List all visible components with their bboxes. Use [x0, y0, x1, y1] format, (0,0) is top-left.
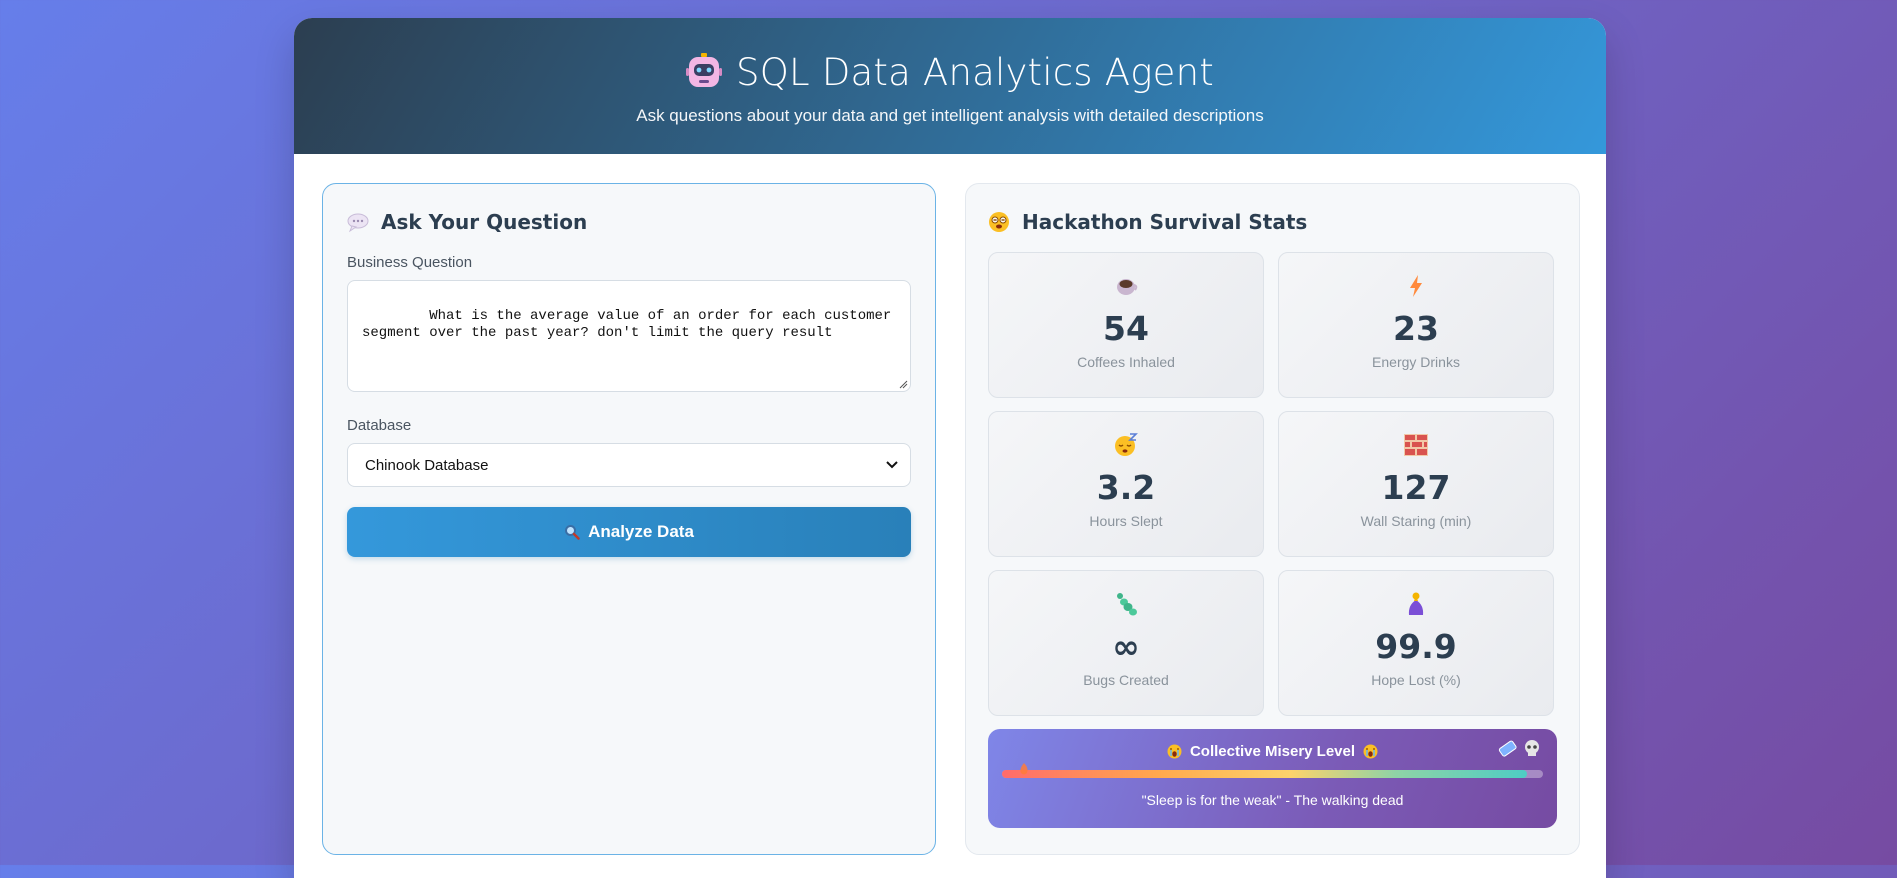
chevron-down-icon: [886, 461, 898, 469]
crying-face-icon: [1167, 744, 1182, 759]
dizzy-face-icon: [989, 212, 1009, 232]
robot-icon: [686, 53, 723, 87]
stat-card-energy-drinks: 23 Energy Drinks: [1278, 252, 1554, 398]
battery-icon: [1498, 740, 1517, 757]
misery-quote: "Sleep is for the weak" - The walking de…: [1141, 792, 1404, 808]
misery-title: Collective Misery Level: [988, 729, 1557, 760]
title-row: SQL Data Analytics Agent: [686, 51, 1214, 94]
crying-face-icon: [1363, 744, 1378, 759]
app-container: SQL Data Analytics Agent Ask questions a…: [294, 18, 1606, 878]
stat-card-hope-lost: 99.9 Hope Lost (%): [1278, 570, 1554, 716]
database-select[interactable]: Chinook Database: [347, 443, 911, 487]
lightning-icon: [1410, 275, 1422, 297]
bug-icon: [1117, 593, 1137, 616]
misery-progress-fill: [1002, 770, 1527, 778]
stat-value-energy-drinks: 23: [1393, 309, 1439, 348]
skull-icon: [1525, 740, 1539, 756]
brick-wall-icon: [1404, 434, 1428, 456]
question-panel-heading: Ask Your Question: [381, 210, 588, 234]
header: SQL Data Analytics Agent Ask questions a…: [294, 18, 1606, 154]
stat-card-coffees: 54 Coffees Inhaled: [988, 252, 1264, 398]
analyze-data-button[interactable]: Analyze Data: [347, 507, 911, 557]
misery-progress-bar: [1002, 763, 1543, 778]
stat-label-bugs: Bugs Created: [1083, 672, 1169, 688]
question-panel: Ask Your Question Business Question What…: [322, 183, 936, 855]
database-label: Database: [347, 417, 412, 434]
praying-hands-icon: [1408, 592, 1424, 615]
stat-value-wall-staring: 127: [1381, 468, 1451, 507]
page-subtitle: Ask questions about your data and get in…: [636, 105, 1264, 125]
page-title: SQL Data Analytics Agent: [736, 50, 1214, 94]
stats-panel-title: Hackathon Survival Stats: [988, 210, 1557, 234]
stat-value-coffees: 54: [1103, 309, 1149, 348]
stat-value-hours-slept: 3.2: [1096, 468, 1156, 507]
stat-label-wall-staring: Wall Staring (min): [1360, 513, 1472, 529]
speech-bubble-icon: [347, 213, 369, 233]
analyze-data-label: Analyze Data: [588, 522, 694, 541]
misery-title-text: Collective Misery Level: [1189, 743, 1356, 760]
stat-value-hope-lost: 99.9: [1375, 627, 1457, 666]
stat-card-hours-slept: 3.2 Hours Slept: [988, 411, 1264, 557]
resize-handle-icon[interactable]: [899, 380, 908, 389]
question-panel-title: Ask Your Question: [347, 210, 911, 234]
stat-label-hours-slept: Hours Slept: [1089, 513, 1163, 529]
stat-value-bugs: ∞: [1112, 627, 1140, 666]
stat-label-coffees: Coffees Inhaled: [1077, 354, 1175, 370]
stats-grid: 54 Coffees Inhaled 23 Energy Drinks 3.2 …: [988, 252, 1557, 716]
magnifier-icon: [565, 525, 580, 540]
stats-panel: Hackathon Survival Stats 54 Coffees Inha…: [965, 183, 1580, 855]
question-text: What is the average value of an order fo…: [362, 308, 892, 341]
sleepy-face-icon: [1115, 433, 1138, 456]
stats-panel-heading: Hackathon Survival Stats: [1022, 210, 1308, 234]
stat-card-wall-staring: 127 Wall Staring (min): [1278, 411, 1554, 557]
main-content: Ask Your Question Business Question What…: [294, 154, 1606, 878]
coffee-icon: [1117, 279, 1138, 295]
stat-label-hope-lost: Hope Lost (%): [1371, 672, 1461, 688]
misery-level-card: Collective Misery Level "Sleep is for th…: [988, 729, 1557, 828]
question-label: Business Question: [347, 254, 473, 271]
fire-icon: [1020, 763, 1028, 775]
database-selected-value: Chinook Database: [365, 456, 489, 474]
misery-corner-icons: [1497, 739, 1541, 759]
stat-label-energy-drinks: Energy Drinks: [1372, 354, 1460, 370]
question-textarea[interactable]: What is the average value of an order fo…: [347, 280, 911, 392]
stat-card-bugs: ∞ Bugs Created: [988, 570, 1264, 716]
